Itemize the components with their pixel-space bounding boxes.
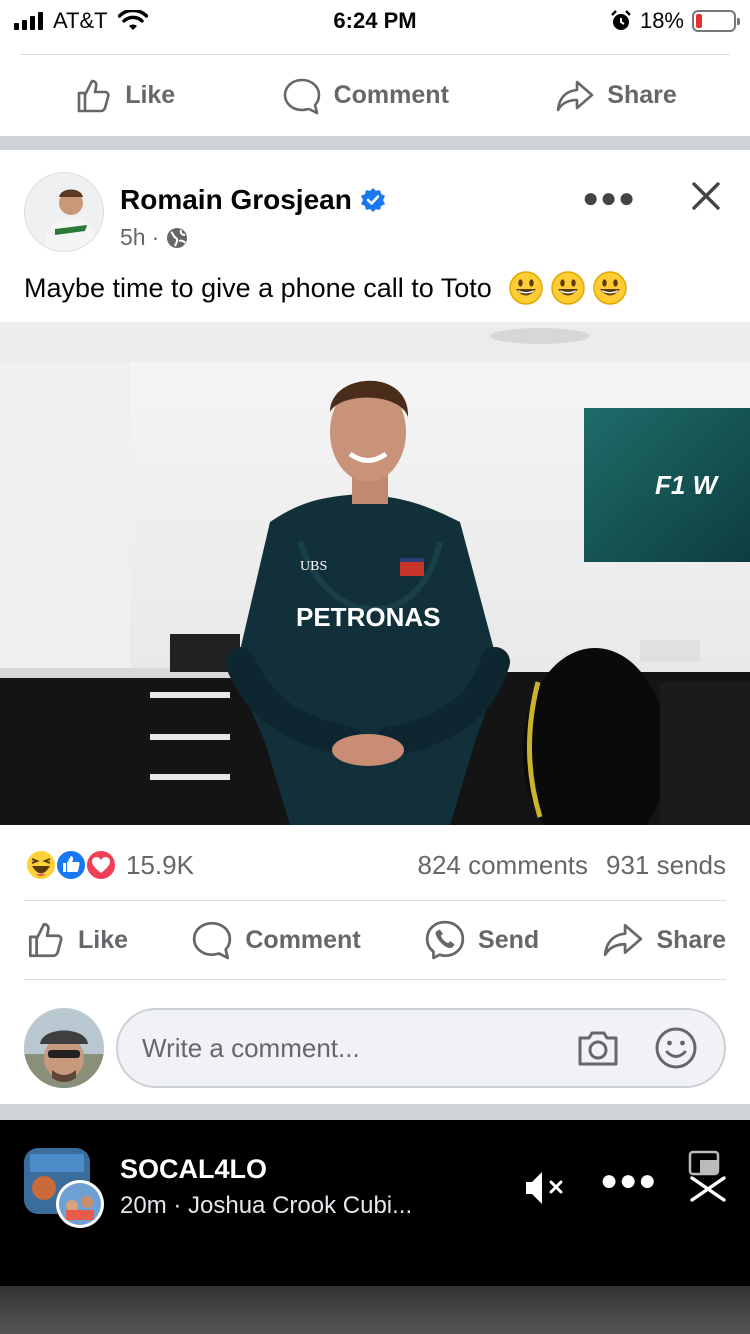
- post-header: Romain Grosjean 5h · ●●●: [24, 172, 726, 254]
- user-avatar[interactable]: [24, 1008, 104, 1088]
- camera-icon[interactable]: [574, 1024, 622, 1072]
- next-post-header: SOCAL4LO 20m · Joshua Crook Cubi... ●●●: [0, 1120, 750, 1334]
- post-time: 5h: [120, 224, 146, 250]
- next-post-author[interactable]: SOCAL4LO: [120, 1154, 267, 1185]
- share-icon: [556, 80, 594, 111]
- reactions-summary: 15.9K 824 comments 931 sends: [24, 840, 726, 890]
- close-icon[interactable]: [686, 1150, 730, 1202]
- engagement-counts: 824 comments 931 sends: [417, 850, 726, 881]
- battery-percent: 18%: [639, 8, 684, 33]
- mute-icon[interactable]: [522, 1168, 570, 1208]
- smiley-emoji-icon: [509, 271, 543, 305]
- messenger-icon: [425, 920, 465, 960]
- smiley-emoji-icon: [551, 271, 585, 305]
- next-post-meta: 20m · Joshua Crook Cubi...: [120, 1192, 413, 1219]
- meta-dot: ·: [151, 224, 160, 250]
- share-button[interactable]: Share: [602, 919, 726, 961]
- user-avatar-image: [24, 1008, 104, 1088]
- globe-icon: [167, 227, 188, 248]
- close-icon[interactable]: [686, 176, 726, 216]
- sends-count[interactable]: 931 sends: [606, 850, 726, 881]
- comment-input-icons: [574, 1024, 700, 1072]
- post-text-row: Maybe time to give a phone call to Toto: [24, 270, 628, 306]
- group-avatar[interactable]: [24, 1148, 106, 1230]
- post-meta: 5h ·: [120, 224, 189, 251]
- like-icon: [55, 849, 87, 881]
- share-icon: [604, 923, 643, 957]
- author-avatar-image: [25, 173, 103, 251]
- author-name-row: Romain Grosjean: [120, 184, 386, 216]
- comment-icon: [193, 921, 232, 960]
- send-button[interactable]: Send: [424, 919, 539, 961]
- next-post-media[interactable]: [0, 1286, 750, 1334]
- author-avatar[interactable]: [24, 172, 104, 252]
- verified-badge-icon: [360, 188, 385, 212]
- sponsor-text: PETRONAS: [296, 602, 440, 632]
- smiley-emoji-icon: [593, 271, 627, 305]
- status-bar: AT&T 6:24 PM 18%: [0, 0, 750, 40]
- post-text: Maybe time to give a phone call to Toto: [24, 272, 492, 303]
- post-more-options-icon[interactable]: ●●●: [582, 182, 636, 214]
- reaction-icons[interactable]: [24, 848, 117, 882]
- comment-composer: Write a comment...: [24, 1006, 726, 1088]
- comment-placeholder: Write a comment...: [142, 1032, 360, 1063]
- feed-separator: [0, 1104, 750, 1120]
- reaction-count[interactable]: 15.9K: [126, 850, 194, 881]
- haha-icon: [25, 849, 57, 881]
- tv-screen-text: F1 W: [655, 470, 720, 500]
- thumbs-up-icon: [28, 922, 63, 958]
- like-button[interactable]: Like: [24, 919, 128, 961]
- ubs-text: UBS: [300, 559, 327, 574]
- comment-button[interactable]: Comment: [191, 919, 361, 961]
- share-button[interactable]: Share: [555, 76, 677, 116]
- status-right: 18%: [610, 8, 740, 34]
- emoji-icon[interactable]: [652, 1024, 700, 1072]
- feed-separator: [0, 136, 750, 150]
- previous-post-actions: Like Comment Share: [20, 54, 730, 136]
- comment-button[interactable]: Comment: [282, 76, 449, 116]
- post-actions: Like Comment Send Share: [24, 900, 726, 980]
- alarm-icon: [611, 10, 631, 30]
- post-photo[interactable]: F1 W PETRONAS UBS: [0, 322, 750, 825]
- next-post-more-icon[interactable]: ●●●: [600, 1164, 657, 1198]
- comment-input[interactable]: Write a comment...: [116, 1008, 726, 1088]
- comments-count[interactable]: 824 comments: [417, 850, 588, 881]
- author-name[interactable]: Romain Grosjean: [120, 184, 352, 216]
- love-icon: [85, 849, 117, 881]
- thumbs-up-icon: [77, 79, 110, 112]
- like-button[interactable]: Like: [73, 76, 175, 116]
- comment-icon: [283, 78, 320, 114]
- post-photo-image: F1 W PETRONAS UBS: [0, 322, 750, 825]
- battery-icon: [692, 10, 740, 32]
